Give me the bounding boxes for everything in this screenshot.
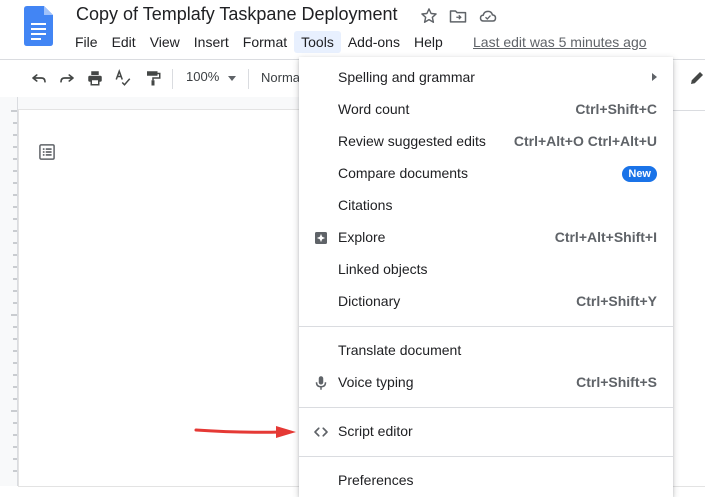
menu-item-label: Explore [338, 229, 386, 245]
menu-separator [299, 407, 673, 408]
menu-help[interactable]: Help [407, 31, 450, 53]
toolbar-divider [248, 69, 249, 89]
paragraph-style-select[interactable]: Normal [261, 70, 303, 85]
menu-separator [299, 326, 673, 327]
menu-item-word-count[interactable]: Word count Ctrl+Shift+C [299, 94, 673, 126]
menu-tools[interactable]: Tools [294, 31, 341, 53]
zoom-dropdown-icon[interactable] [228, 76, 236, 81]
microphone-icon [315, 376, 327, 390]
spellcheck-icon[interactable] [114, 69, 132, 87]
explore-icon [315, 232, 327, 244]
undo-icon[interactable] [30, 69, 48, 87]
menu-format[interactable]: Format [236, 31, 294, 53]
code-brackets-icon [314, 427, 328, 437]
menu-separator [299, 456, 673, 457]
menu-file[interactable]: File [68, 31, 105, 53]
tools-menu: Spelling and grammar Word count Ctrl+Shi… [299, 57, 673, 497]
menu-item-dictionary[interactable]: Dictionary Ctrl+Shift+Y [299, 286, 673, 318]
menu-item-shortcut: Ctrl+Shift+C [575, 101, 657, 117]
menu-item-label: Review suggested edits [338, 133, 486, 149]
menu-item-label: Translate document [338, 342, 462, 358]
menu-item-script-editor[interactable]: Script editor [299, 416, 673, 448]
vertical-ruler [0, 97, 18, 486]
menu-item-label: Spelling and grammar [338, 69, 475, 85]
menu-item-label: Script editor [338, 423, 413, 439]
menu-item-citations[interactable]: Citations [299, 190, 673, 222]
new-badge: New [622, 166, 657, 182]
menu-item-shortcut: Ctrl+Shift+Y [576, 293, 657, 309]
menu-item-review-suggested-edits[interactable]: Review suggested edits Ctrl+Alt+O Ctrl+A… [299, 126, 673, 158]
pencil-edit-icon[interactable] [688, 69, 705, 87]
menu-item-label: Linked objects [338, 261, 428, 277]
toolbar-divider [172, 69, 173, 89]
menu-view[interactable]: View [143, 31, 187, 53]
move-to-folder-icon[interactable] [448, 6, 468, 26]
submenu-arrow-icon [652, 73, 657, 81]
menu-item-shortcut: Ctrl+Shift+S [576, 374, 657, 390]
menu-bar: File Edit View Insert Format Tools Add-o… [68, 31, 450, 53]
paint-format-icon[interactable] [144, 69, 162, 87]
menu-item-label: Dictionary [338, 293, 401, 309]
annotation-arrow-icon [194, 426, 296, 438]
menu-edit[interactable]: Edit [105, 31, 143, 53]
horizontal-ruler [672, 97, 705, 111]
menu-item-explore[interactable]: Explore Ctrl+Alt+Shift+I [299, 222, 673, 254]
menu-item-compare-documents[interactable]: Compare documents New [299, 158, 673, 190]
last-edit-link[interactable]: Last edit was 5 minutes ago [473, 34, 647, 50]
menu-item-label: Voice typing [338, 374, 414, 390]
menu-item-label: Word count [338, 101, 410, 117]
document-title[interactable]: Copy of Templafy Taskpane Deployment [76, 4, 398, 25]
menu-addons[interactable]: Add-ons [341, 31, 407, 53]
menu-item-shortcut: Ctrl+Alt+Shift+I [554, 229, 657, 245]
menu-item-translate-document[interactable]: Translate document [299, 335, 673, 367]
document-outline-icon[interactable] [37, 142, 57, 162]
print-icon[interactable] [86, 69, 104, 87]
menu-item-preferences[interactable]: Preferences [299, 465, 673, 497]
menu-item-shortcut: Ctrl+Alt+O Ctrl+Alt+U [513, 133, 657, 149]
menu-insert[interactable]: Insert [187, 31, 236, 53]
zoom-select[interactable]: 100% [186, 69, 219, 84]
docs-logo-icon[interactable] [24, 6, 53, 46]
redo-icon[interactable] [58, 69, 76, 87]
menu-item-label: Compare documents [338, 165, 468, 181]
menu-item-linked-objects[interactable]: Linked objects [299, 254, 673, 286]
menu-item-label: Citations [338, 197, 393, 213]
menu-item-voice-typing[interactable]: Voice typing Ctrl+Shift+S [299, 367, 673, 399]
star-icon[interactable] [419, 6, 439, 26]
cloud-status-icon[interactable] [478, 6, 498, 26]
menu-item-spelling-and-grammar[interactable]: Spelling and grammar [299, 62, 673, 94]
